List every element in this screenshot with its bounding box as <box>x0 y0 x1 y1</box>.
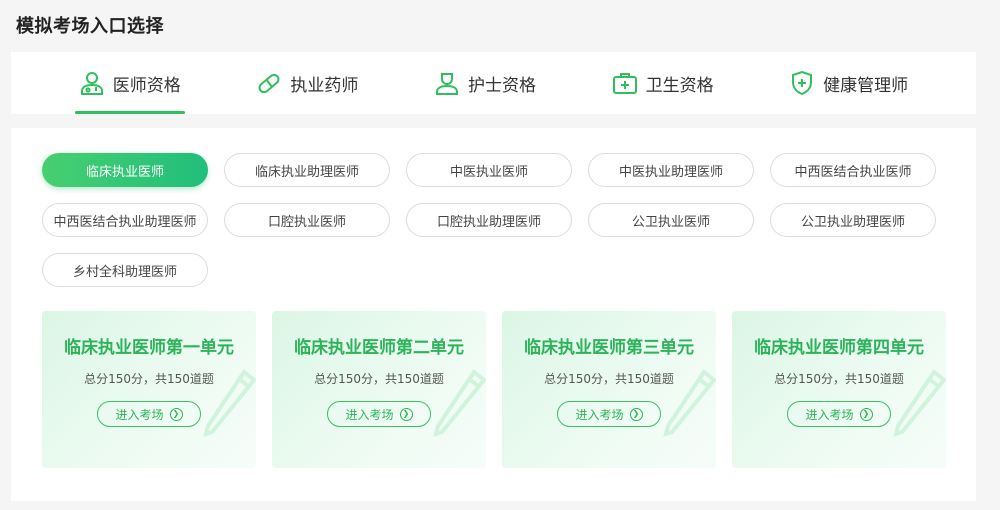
exam-type-pill[interactable]: 中西医结合执业医师 <box>770 153 936 187</box>
tab-label: 卫生资格 <box>645 75 714 96</box>
exam-panel: 临床执业医师 临床执业助理医师 中医执业医师 中医执业助理医师 中西医结合执业医… <box>11 128 976 501</box>
unit-info: 总分150分，共150道题 <box>774 372 904 386</box>
enter-exam-button[interactable]: 进入考场 ❯ <box>557 401 661 427</box>
unit-card: 临床执业医师第四单元 总分150分，共150道题 进入考场 ❯ <box>732 311 946 468</box>
enter-exam-button[interactable]: 进入考场 ❯ <box>787 401 891 427</box>
arrow-right-icon: ❯ <box>859 407 873 421</box>
enter-exam-label: 进入考场 <box>345 407 394 422</box>
pill-icon <box>256 70 282 96</box>
unit-info: 总分150分，共150道题 <box>544 372 674 386</box>
exam-type-pill[interactable]: 中西医结合执业助理医师 <box>42 203 208 237</box>
unit-title: 临床执业医师第四单元 <box>754 338 924 358</box>
tab-nurse[interactable]: 护士资格 <box>430 52 540 114</box>
shield-plus-icon <box>789 70 815 96</box>
unit-info: 总分150分，共150道题 <box>314 372 444 386</box>
enter-exam-button[interactable]: 进入考场 ❯ <box>327 401 431 427</box>
arrow-right-icon: ❯ <box>629 407 643 421</box>
exam-type-pill[interactable]: 中医执业助理医师 <box>588 153 754 187</box>
tab-doctor[interactable]: 医师资格 <box>74 52 185 114</box>
unit-cards: 临床执业医师第一单元 总分150分，共150道题 进入考场 ❯ 临床执业医师第二… <box>42 311 946 468</box>
unit-card: 临床执业医师第三单元 总分150分，共150道题 进入考场 ❯ <box>502 311 716 468</box>
tab-pharmacist[interactable]: 执业药师 <box>252 52 362 114</box>
unit-title: 临床执业医师第三单元 <box>524 338 694 358</box>
tab-health-manager[interactable]: 健康管理师 <box>785 52 912 114</box>
enter-exam-button[interactable]: 进入考场 ❯ <box>97 401 201 427</box>
nurse-icon <box>434 70 460 96</box>
tab-health[interactable]: 卫生资格 <box>608 52 718 114</box>
tab-label: 医师资格 <box>112 75 181 96</box>
enter-exam-label: 进入考场 <box>805 407 854 422</box>
exam-type-pill[interactable]: 口腔执业助理医师 <box>406 203 572 237</box>
enter-exam-label: 进入考场 <box>575 407 624 422</box>
unit-card: 临床执业医师第一单元 总分150分，共150道题 进入考场 ❯ <box>42 311 256 468</box>
exam-type-list: 临床执业医师 临床执业助理医师 中医执业医师 中医执业助理医师 中西医结合执业医… <box>42 153 937 287</box>
unit-title: 临床执业医师第一单元 <box>64 338 234 358</box>
exam-type-pill[interactable]: 口腔执业医师 <box>224 203 390 237</box>
exam-type-pill[interactable]: 临床执业医师 <box>42 153 208 187</box>
doctor-icon <box>79 70 105 96</box>
exam-type-pill[interactable]: 公卫执业助理医师 <box>770 203 936 237</box>
enter-exam-label: 进入考场 <box>115 407 164 422</box>
category-tabs: 医师资格 执业药师 护士资格 卫生资格 健康管理师 <box>11 52 976 114</box>
exam-type-pill[interactable]: 临床执业助理医师 <box>224 153 390 187</box>
unit-title: 临床执业医师第二单元 <box>294 338 464 358</box>
arrow-right-icon: ❯ <box>169 407 183 421</box>
unit-card: 临床执业医师第二单元 总分150分，共150道题 进入考场 ❯ <box>272 311 486 468</box>
tab-label: 护士资格 <box>467 75 536 96</box>
tab-label: 执业药师 <box>290 75 359 96</box>
unit-info: 总分150分，共150道题 <box>84 372 214 386</box>
exam-type-pill[interactable]: 乡村全科助理医师 <box>42 253 208 287</box>
page-title: 模拟考场入口选择 <box>16 16 164 37</box>
medical-kit-icon <box>612 70 638 96</box>
tab-label: 健康管理师 <box>823 75 909 96</box>
exam-type-pill[interactable]: 中医执业医师 <box>406 153 572 187</box>
arrow-right-icon: ❯ <box>399 407 413 421</box>
exam-type-pill[interactable]: 公卫执业医师 <box>588 203 754 237</box>
